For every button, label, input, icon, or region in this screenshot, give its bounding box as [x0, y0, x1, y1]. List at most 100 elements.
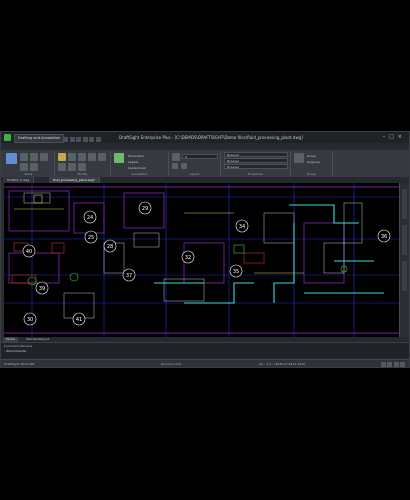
lineweight-dropdown[interactable]: ByLayer [224, 164, 288, 169]
rotate-tool-icon[interactable] [78, 153, 86, 161]
room-label: 32 [181, 250, 195, 264]
layer-manager-icon[interactable] [172, 153, 180, 161]
room-label: 35 [229, 264, 243, 278]
polar-toggle-icon[interactable] [400, 362, 405, 367]
room-label: 28 [103, 239, 117, 253]
svg-text:29: 29 [142, 206, 148, 212]
centermark-button[interactable]: Centermark [128, 166, 146, 170]
svg-text:34: 34 [239, 224, 245, 230]
layer-lock-icon[interactable] [181, 163, 187, 169]
redo-icon[interactable] [95, 137, 101, 142]
design-resources-tab[interactable] [402, 225, 407, 255]
scale-tool-icon[interactable] [78, 163, 86, 171]
room-label: 40 [22, 244, 36, 258]
command-window: Command Window : OCommande: [1, 342, 409, 360]
ribbon-group-annotation: Dimension Leader Centermark Annotation [111, 151, 169, 176]
new-file-icon[interactable] [63, 137, 68, 142]
ribbon-group-caption: Draw [24, 172, 33, 176]
save-icon[interactable] [76, 137, 81, 142]
color-dropdown[interactable]: ByLayer [224, 152, 288, 157]
hatch-tool-icon[interactable] [30, 163, 38, 171]
ribbon-group-properties: ByLayer ByLayer ByLayer Properties [221, 151, 291, 176]
dimension-button[interactable]: Dimension [128, 154, 144, 158]
room-label: 41 [72, 312, 86, 326]
svg-text:36: 36 [381, 234, 387, 240]
drawing-canvas[interactable]: 24 29 34 40 25 32 28 36 39 37 35 30 41 [4, 183, 399, 337]
arc-tool-icon[interactable] [40, 153, 48, 161]
command-input[interactable]: : OCommande: [4, 349, 27, 353]
room-labels: 24 29 34 40 25 32 28 36 39 37 35 30 41 [22, 201, 391, 326]
svg-text:41: 41 [76, 317, 82, 323]
ortho-toggle-icon[interactable] [393, 362, 399, 367]
copy-tool-icon[interactable] [68, 153, 76, 161]
cad-drawing[interactable]: 24 29 34 40 25 32 28 36 39 37 35 30 41 [4, 183, 399, 337]
properties-palette-tab[interactable] [402, 189, 407, 219]
ribbon-group-modify: Modify [55, 151, 111, 176]
grid-toggle-icon[interactable] [387, 362, 392, 367]
window-title: DraftSight Enterprise Plus - [C:\DEMOS\D… [119, 135, 303, 140]
trim-tool-icon[interactable] [58, 163, 66, 171]
ribbon-group-draw: Draw [3, 151, 55, 176]
ribbon-group-caption: Modify [77, 172, 88, 176]
layer-dropdown[interactable]: 0 [182, 154, 218, 159]
polyline-tool-icon[interactable] [20, 153, 28, 161]
svg-text:35: 35 [233, 269, 239, 275]
layer-freeze-icon[interactable] [172, 163, 178, 169]
structural-grid [4, 183, 399, 337]
circle-tool-icon[interactable] [30, 153, 38, 161]
svg-text:28: 28 [107, 244, 113, 250]
application-window: Drafting and Annotation DraftSight Enter… [0, 131, 410, 368]
svg-text:25: 25 [88, 235, 94, 241]
command-window-title: Command Window [4, 344, 33, 348]
ribbon-group-group: Group Ungroup Group [291, 151, 333, 176]
text-tool-icon[interactable] [114, 153, 124, 163]
status-toggles [379, 362, 405, 367]
status-ccs[interactable]: Dynamic CCS [161, 360, 181, 367]
equipment-red [11, 242, 265, 284]
svg-text:30: 30 [27, 317, 33, 323]
room-label: 29 [138, 201, 152, 215]
print-icon[interactable] [82, 137, 88, 142]
room-label: 30 [23, 312, 37, 326]
svg-text:32: 32 [185, 255, 191, 261]
close-icon[interactable]: × [398, 134, 406, 140]
fillet-tool-icon[interactable] [88, 153, 96, 161]
room-label: 34 [235, 219, 249, 233]
ungroup-button[interactable]: Ungroup [307, 160, 320, 164]
rectangle-tool-icon[interactable] [20, 163, 28, 171]
ribbon-group-caption: Properties [247, 172, 264, 176]
svg-text:37: 37 [126, 273, 132, 279]
maximize-icon[interactable]: □ [389, 134, 398, 140]
snap-toggle-icon[interactable] [380, 362, 386, 367]
app-logo-icon[interactable] [4, 134, 11, 141]
svg-text:39: 39 [39, 286, 45, 292]
ribbon-panel: Draw Modify Dimension Leader Centermark … [1, 150, 409, 178]
ribbon-group-caption: Layers [189, 172, 200, 176]
group-button[interactable]: Group [307, 154, 316, 158]
workspace-selector[interactable]: Drafting and Annotation [14, 134, 65, 143]
erase-tool-icon[interactable] [98, 153, 106, 161]
ribbon-group-caption: Group [306, 172, 317, 176]
ribbon-tabs: HomeInsertExportObjectsManageAnnotateShe… [1, 143, 409, 161]
move-tool-icon[interactable] [58, 153, 66, 161]
room-label: 36 [377, 229, 391, 243]
room-label: 25 [84, 230, 98, 244]
ribbon-group-caption: Annotation [131, 172, 148, 176]
leader-button[interactable]: Leader [128, 160, 138, 164]
room-label: 39 [35, 281, 49, 295]
room-label: 24 [83, 210, 97, 224]
svg-text:40: 40 [26, 249, 32, 255]
quick-access-toolbar [63, 135, 102, 142]
undo-icon[interactable] [89, 137, 94, 142]
svg-text:24: 24 [87, 215, 93, 221]
status-bar: DraftSight 2019 SP0 Dynamic CCS (A) - 1:… [1, 359, 409, 367]
status-version: DraftSight 2019 SP0 [4, 362, 35, 366]
mirror-tool-icon[interactable] [68, 163, 76, 171]
group-icon[interactable] [294, 153, 304, 163]
linestyle-dropdown[interactable]: ByLayer [224, 158, 288, 163]
line-tool-icon[interactable] [6, 153, 17, 164]
title-bar: Drafting and Annotation DraftSight Enter… [1, 132, 409, 143]
open-file-icon[interactable] [69, 137, 75, 142]
window-controls: –□× [383, 134, 406, 141]
layers-palette-tab[interactable] [402, 261, 407, 291]
